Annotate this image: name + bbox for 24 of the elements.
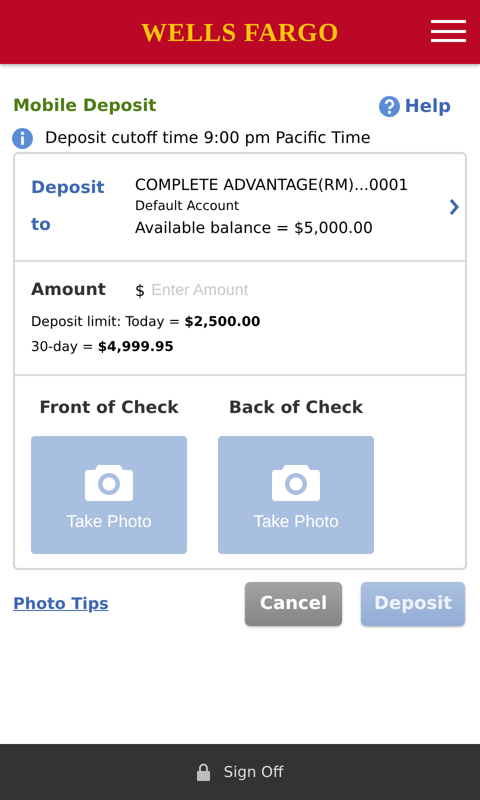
lock-icon (196, 763, 210, 781)
deposit-limit-text: Deposit limit: Today = $2,500.00 (31, 312, 262, 332)
cutoff-notice: Deposit cutoff time 9:00 pm Pacific Time (45, 127, 371, 149)
deposit-limit-text: 30-day = $4,999.95 (31, 338, 175, 357)
check-side-title: Front of Check (38, 397, 180, 420)
account-name: COMPLETE ADVANTAGE(RM)...0001 (135, 175, 410, 196)
currency-symbol: $ (135, 280, 146, 302)
deposit-to-row[interactable]: Deposit to COMPLETE ADVANTAGE(RM)...0001 Default Account Available balance = $5,000.00 (15, 154, 465, 262)
help-link[interactable]: Help (378, 93, 451, 120)
photo-tips-link[interactable]: Photo Tips (13, 592, 109, 616)
chevron-right-icon (449, 198, 459, 216)
help-icon (378, 96, 400, 117)
deposit-to-label: to (31, 214, 52, 237)
deposit-to-label: Deposit (31, 176, 106, 200)
account-note: Default Account (135, 198, 240, 216)
sign-off-link[interactable]: Sign Off (224, 760, 284, 784)
check-side-title: Back of Check (228, 397, 364, 420)
amount-label: Amount (31, 279, 107, 302)
menu-icon[interactable] (431, 20, 466, 42)
page-title: Mobile Deposit (13, 94, 156, 118)
brand-logo: WELLS FARGO (140, 16, 340, 48)
cancel-button[interactable]: Cancel (245, 582, 342, 626)
available-balance: Available balance = $5,000.00 (135, 218, 374, 239)
info-icon (12, 128, 33, 148)
